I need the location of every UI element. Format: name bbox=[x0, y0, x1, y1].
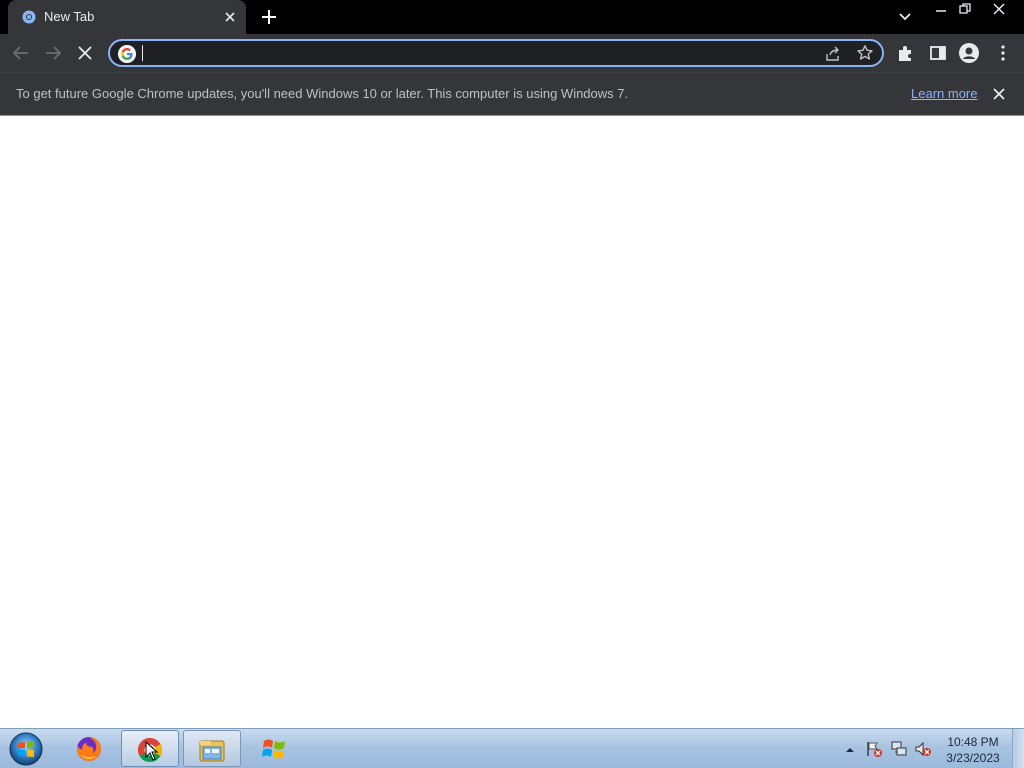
clock-date: 3/23/2023 bbox=[946, 751, 1000, 765]
omnibox-input[interactable] bbox=[142, 43, 802, 63]
restore-button[interactable] bbox=[950, 0, 980, 18]
network-icon[interactable] bbox=[890, 740, 908, 758]
explorer-icon bbox=[199, 740, 225, 762]
address-bar[interactable] bbox=[108, 39, 884, 67]
infobar-close-icon[interactable] bbox=[990, 85, 1008, 103]
new-tab-button[interactable] bbox=[258, 6, 280, 28]
infobar-message: To get future Google Chrome updates, you… bbox=[16, 86, 629, 101]
start-button[interactable] bbox=[6, 731, 46, 767]
page-content bbox=[0, 116, 1024, 728]
back-arrow-icon[interactable] bbox=[10, 42, 32, 64]
more-menu-icon[interactable] bbox=[992, 42, 1014, 64]
taskbar-clock[interactable]: 10:48 PM 3/23/2023 bbox=[940, 734, 1006, 766]
stop-loading-icon[interactable] bbox=[74, 42, 96, 64]
volume-muted-icon[interactable] bbox=[914, 740, 932, 758]
tab-strip: New Tab bbox=[0, 0, 1024, 34]
bookmark-star-icon[interactable] bbox=[856, 44, 874, 62]
tab-new-tab[interactable]: New Tab bbox=[8, 0, 246, 34]
text-cursor bbox=[142, 45, 143, 61]
tab-title: New Tab bbox=[44, 9, 95, 24]
google-g-icon bbox=[118, 45, 136, 63]
browser-toolbar bbox=[0, 34, 1024, 72]
profile-avatar-icon[interactable] bbox=[958, 42, 980, 64]
tab-close-icon[interactable] bbox=[222, 9, 238, 25]
side-panel-icon[interactable] bbox=[927, 42, 949, 64]
mouse-pointer-icon bbox=[145, 740, 159, 761]
clock-time: 10:48 PM bbox=[947, 735, 999, 749]
forward-arrow-icon[interactable] bbox=[42, 42, 64, 64]
taskbar-windows-flag[interactable] bbox=[245, 730, 303, 767]
show-hidden-icons-arrow-icon[interactable] bbox=[843, 743, 857, 755]
tab-search-chevron-icon[interactable] bbox=[896, 8, 914, 26]
taskbar-explorer[interactable] bbox=[183, 730, 241, 767]
update-infobar: To get future Google Chrome updates, you… bbox=[0, 72, 1024, 114]
action-center-flag-icon[interactable] bbox=[865, 740, 883, 758]
windows-flag-icon bbox=[262, 739, 285, 759]
taskbar-firefox[interactable] bbox=[60, 730, 118, 767]
firefox-icon bbox=[76, 737, 101, 761]
share-icon[interactable] bbox=[824, 45, 842, 63]
learn-more-link[interactable]: Learn more bbox=[911, 86, 977, 101]
show-desktop-button[interactable] bbox=[1012, 729, 1024, 768]
chrome-favicon-icon bbox=[22, 10, 36, 24]
window-close-button[interactable] bbox=[982, 0, 1016, 18]
extensions-puzzle-icon[interactable] bbox=[895, 42, 917, 64]
